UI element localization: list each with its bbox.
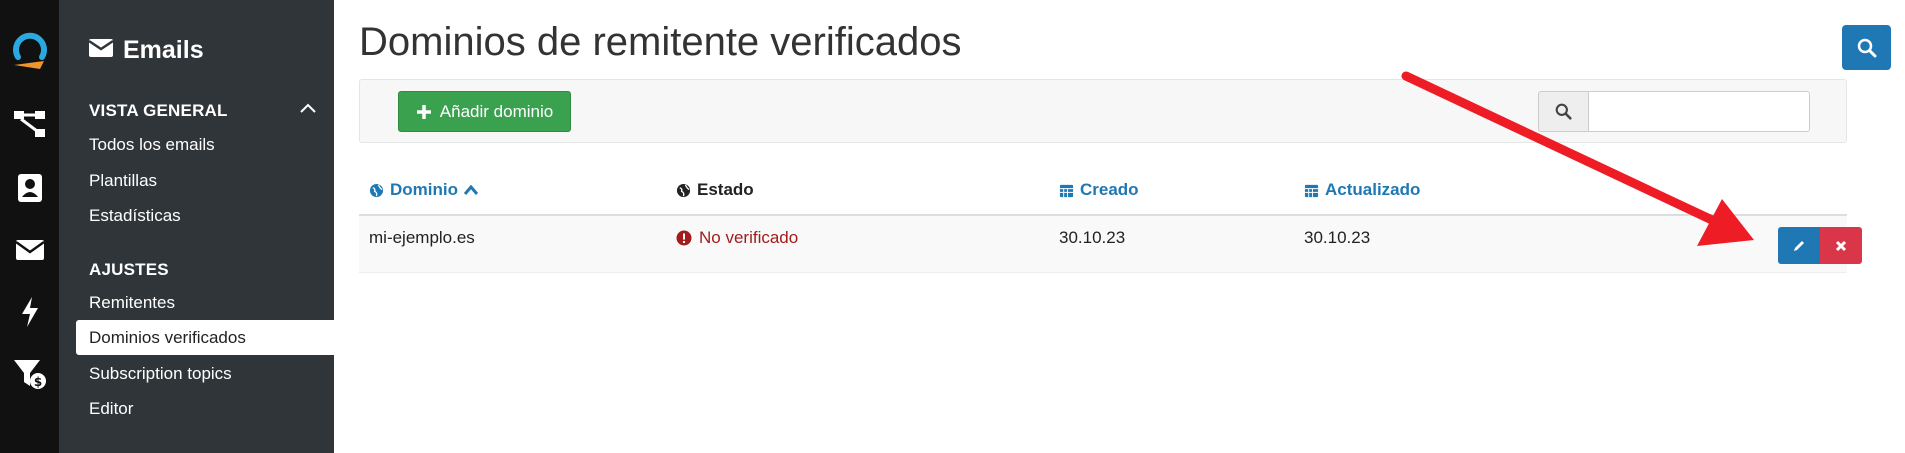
- contacts-icon[interactable]: [0, 166, 59, 210]
- sidebar-title: Emails: [88, 36, 204, 65]
- page-title: Dominios de remitente verificados: [359, 20, 962, 64]
- column-header-updated[interactable]: Actualizado: [1304, 180, 1420, 200]
- bolt-icon[interactable]: [0, 290, 59, 334]
- column-header-status: Estado: [676, 180, 754, 200]
- sidebar: Emails VISTA GENERAL Todos los emails Pl…: [59, 0, 374, 453]
- table-row: mi-ejemplo.es No verificado 30.10.23 30.…: [359, 216, 1862, 273]
- toolbar: Añadir dominio: [359, 79, 1847, 143]
- column-header-created[interactable]: Creado: [1059, 180, 1139, 200]
- sidebar-section-settings: AJUSTES: [89, 260, 169, 279]
- calendar-icon: [1304, 184, 1319, 197]
- chevron-up-icon[interactable]: [300, 100, 316, 118]
- cell-created: 30.10.23: [1059, 228, 1126, 247]
- cell-status: No verificado: [676, 228, 798, 248]
- plus-icon: [416, 104, 431, 119]
- cell-updated: 30.10.23: [1304, 228, 1371, 247]
- globe-icon: [369, 183, 384, 197]
- calendar-icon: [1059, 184, 1074, 197]
- workflow-icon[interactable]: [0, 102, 59, 146]
- search-icon: [1857, 38, 1876, 57]
- emails-icon[interactable]: [0, 228, 59, 272]
- close-icon: [1835, 240, 1847, 251]
- add-domain-button[interactable]: Añadir dominio: [398, 91, 571, 132]
- icon-rail: $: [0, 0, 59, 453]
- column-header-domain[interactable]: Dominio: [369, 180, 478, 200]
- main-content: Dominios de remitente verificados Añadir…: [334, 0, 1905, 453]
- table-header: Dominio Estado Creado Actualizado: [359, 172, 1847, 216]
- funnel-dollar-icon[interactable]: $: [0, 352, 59, 396]
- search-addon: [1538, 91, 1588, 132]
- delete-button[interactable]: [1820, 227, 1862, 264]
- globe-icon: [676, 183, 691, 197]
- sort-asc-icon: [464, 185, 478, 195]
- sidebar-section-overview: VISTA GENERAL: [89, 101, 228, 120]
- search-icon: [1555, 103, 1572, 120]
- sidebar-item-verified-domains[interactable]: Dominios verificados: [76, 320, 374, 355]
- envelope-icon: [88, 36, 114, 65]
- add-domain-label: Añadir dominio: [439, 101, 554, 121]
- logo-icon[interactable]: [0, 26, 59, 76]
- table-search: [1538, 91, 1810, 132]
- search-input[interactable]: [1588, 91, 1810, 132]
- exclamation-circle-icon: [676, 230, 692, 246]
- cell-domain: mi-ejemplo.es: [369, 228, 475, 247]
- global-search-button[interactable]: [1842, 25, 1891, 70]
- edit-button[interactable]: [1778, 227, 1820, 264]
- svg-text:$: $: [33, 375, 41, 389]
- pencil-icon: [1794, 240, 1804, 251]
